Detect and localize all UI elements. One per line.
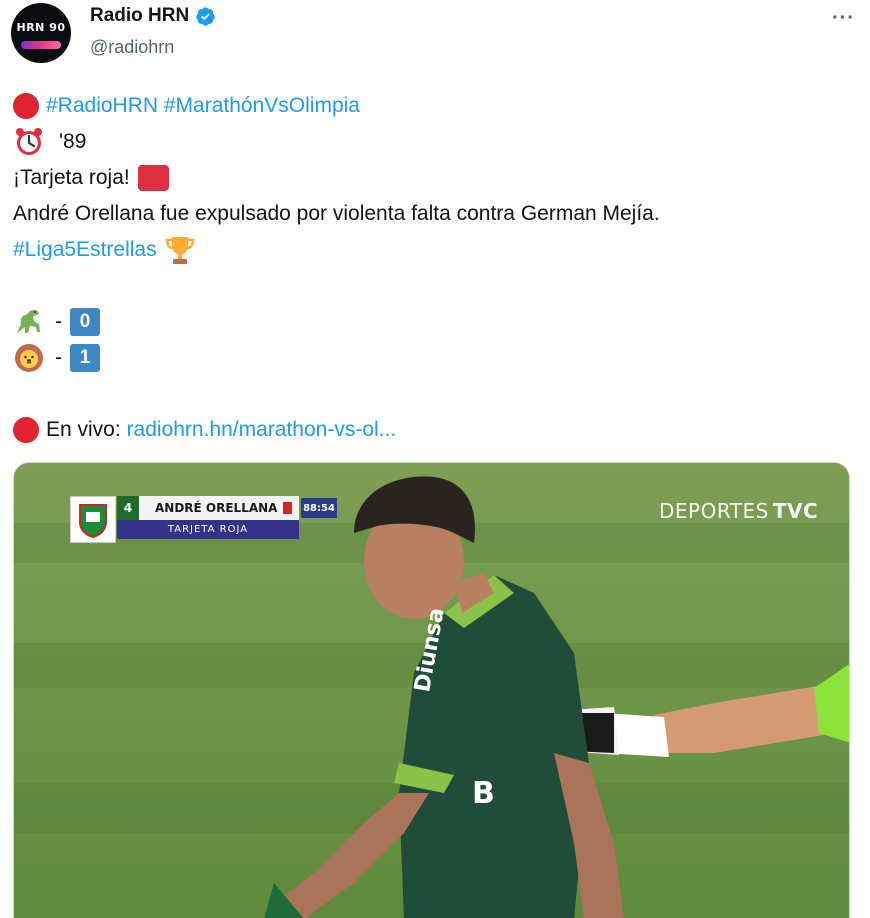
match-clock: 88:54 bbox=[301, 498, 337, 518]
name-row: Radio HRN bbox=[90, 5, 216, 27]
red-circle-icon bbox=[13, 93, 39, 119]
score-separator: - bbox=[55, 310, 62, 333]
broadcaster-watermark: DEPORTES TVC bbox=[659, 499, 818, 523]
tweet-header: HRN 90 Radio HRN @radiohrn ··· bbox=[11, 3, 861, 63]
score-separator: - bbox=[55, 346, 62, 369]
match-minute: '89 bbox=[59, 130, 87, 153]
broadcaster-name: DEPORTES bbox=[659, 499, 769, 523]
red-card-text: ¡Tarjeta roja! bbox=[13, 166, 130, 189]
lion-icon bbox=[15, 344, 43, 372]
score-line-marathon: - 0 bbox=[13, 304, 853, 340]
live-stream-link[interactable]: radiohrn.hn/marathon-vs-ol... bbox=[127, 412, 397, 448]
handle[interactable]: @radiohrn bbox=[90, 37, 174, 58]
avatar[interactable]: HRN 90 bbox=[11, 3, 71, 63]
event-label: TARJETA ROJA bbox=[117, 520, 299, 539]
alarm-clock-icon bbox=[16, 128, 42, 155]
score-line-olimpia: - 1 bbox=[13, 340, 853, 376]
live-line: En vivo: radiohrn.hn/marathon-vs-ol... bbox=[13, 412, 853, 448]
tweet-description: André Orellana fue expulsado por violent… bbox=[13, 202, 660, 225]
player-name: ANDRÉ ORELLANA bbox=[139, 496, 299, 520]
red-card-icon bbox=[137, 165, 169, 191]
crest-shape-icon bbox=[79, 503, 107, 538]
minute-line: '89 bbox=[13, 124, 853, 160]
goals-keycap: 1 bbox=[70, 344, 100, 372]
player-number: 4 bbox=[117, 496, 139, 520]
trophy-icon bbox=[165, 237, 194, 264]
live-label: En vivo: bbox=[46, 418, 127, 441]
hashtags-line: #RadioHRN #MarathónVsOlimpia bbox=[13, 88, 853, 124]
red-card-indicator-icon bbox=[283, 502, 292, 514]
tweet-text: #RadioHRN #MarathónVsOlimpia '89 ¡Tarjet… bbox=[13, 88, 853, 448]
dinosaur-icon bbox=[17, 309, 40, 333]
broadcaster-brand: TVC bbox=[772, 499, 819, 523]
verified-badge-icon bbox=[196, 6, 215, 26]
description-line: André Orellana fue expulsado por violent… bbox=[13, 196, 853, 232]
svg-text:B: B bbox=[472, 776, 495, 811]
team-crest-icon bbox=[70, 496, 116, 543]
avatar-logo-text: HRN 90 bbox=[16, 21, 66, 34]
hashtag-links[interactable]: #RadioHRN #MarathónVsOlimpia bbox=[46, 88, 360, 124]
red-circle-icon bbox=[13, 417, 39, 443]
league-hashtag-link[interactable]: #Liga5Estrellas bbox=[13, 232, 157, 268]
league-line: #Liga5Estrellas bbox=[13, 232, 853, 268]
goals-keycap: 0 bbox=[70, 308, 100, 336]
avatar-wave-decoration bbox=[21, 41, 61, 49]
display-name[interactable]: Radio HRN bbox=[90, 5, 189, 27]
tweet-media-image[interactable]: Diunsa B 4 ANDRÉ ORELLANA 88:54 TARJETA … bbox=[13, 462, 850, 918]
red-card-line: ¡Tarjeta roja! bbox=[13, 160, 853, 196]
more-options-icon[interactable]: ··· bbox=[832, 7, 855, 30]
